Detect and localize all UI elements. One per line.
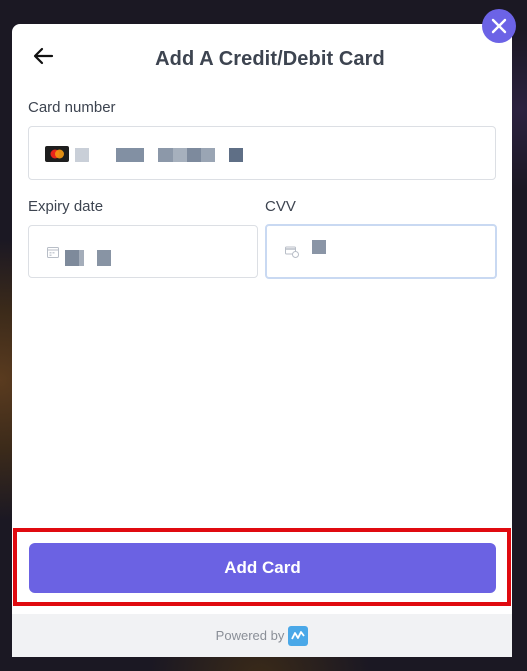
masked-digit bbox=[187, 148, 201, 162]
card-number-label: Card number bbox=[28, 99, 116, 116]
expiry-date-label: Expiry date bbox=[28, 198, 104, 215]
mastercard-icon bbox=[45, 146, 69, 162]
masked-digit bbox=[65, 250, 79, 266]
expiry-date-input[interactable] bbox=[28, 225, 258, 278]
card-number-input[interactable] bbox=[28, 126, 496, 180]
masked-digit bbox=[201, 148, 215, 162]
add-card-button[interactable]: Add Card bbox=[29, 543, 496, 593]
masked-digit bbox=[97, 250, 111, 266]
masked-digit bbox=[75, 148, 89, 162]
cvv-input[interactable] bbox=[265, 224, 497, 279]
calendar-icon bbox=[47, 247, 59, 258]
masked-digit bbox=[158, 148, 173, 162]
masked-digit bbox=[79, 250, 84, 266]
card-lock-icon bbox=[285, 246, 299, 258]
close-button[interactable] bbox=[482, 9, 516, 43]
powered-by-text: Powered by bbox=[215, 628, 285, 643]
modal-title: Add A Credit/Debit Card bbox=[155, 48, 385, 70]
masked-digit bbox=[229, 148, 243, 162]
masked-digit bbox=[173, 148, 187, 162]
masked-digit bbox=[312, 240, 326, 254]
cvv-label: CVV bbox=[265, 198, 296, 215]
powered-by-footer: Powered by bbox=[12, 614, 512, 657]
close-icon bbox=[491, 18, 507, 34]
masked-digit bbox=[116, 148, 144, 162]
provider-logo-icon bbox=[288, 625, 309, 646]
